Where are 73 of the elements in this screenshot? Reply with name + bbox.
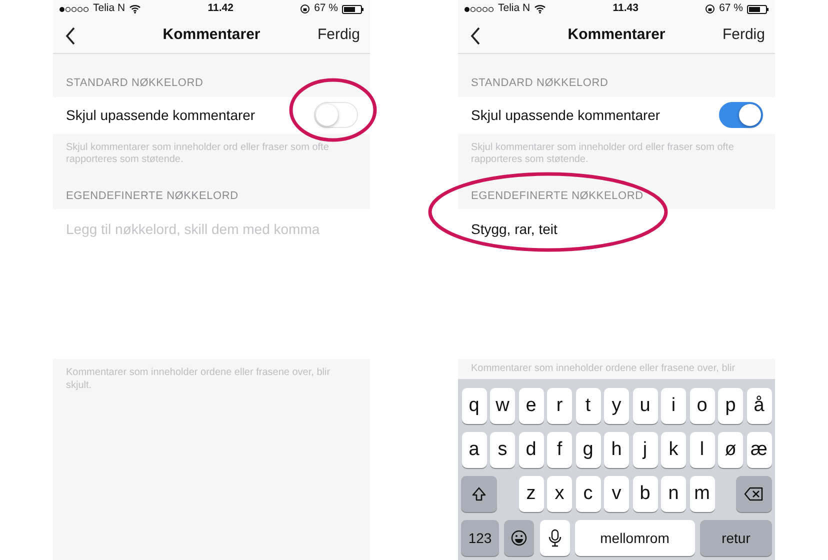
keyboard-key[interactable]: f: [547, 432, 572, 468]
shift-icon: [471, 486, 487, 502]
rotation-lock-icon: [705, 4, 716, 14]
keyboard-key[interactable]: c: [576, 476, 600, 512]
keyboard-key[interactable]: h: [604, 432, 629, 468]
keywords-field[interactable]: Legg til nøkkelord, skill dem med komma: [53, 209, 370, 359]
backspace-key[interactable]: [736, 476, 772, 512]
emoji-icon: [511, 530, 528, 546]
keyboard-key[interactable]: l: [690, 432, 714, 468]
toggle-label: Skjul upassende kommentarer: [471, 106, 660, 125]
battery-icon: [342, 4, 364, 14]
section-header: STANDARD NØKKELORD: [470, 76, 610, 91]
wifi-icon: [534, 4, 546, 14]
keyboard-key[interactable]: o: [690, 388, 714, 424]
microphone-icon: [548, 529, 562, 547]
keyboard-key[interactable]: æ: [746, 432, 772, 468]
wifi-icon: [129, 4, 142, 14]
number-key[interactable]: 123: [461, 520, 499, 556]
battery-icon: [747, 4, 769, 14]
keyboard-key[interactable]: r: [547, 388, 572, 424]
section-header: STANDARD NØKKELORD: [65, 76, 204, 91]
section-header: EGENDEFINERTE NØKKELORD: [65, 188, 240, 204]
back-icon[interactable]: [470, 26, 481, 44]
keyboard-key[interactable]: å: [746, 388, 772, 424]
keyboard-key[interactable]: k: [661, 432, 686, 468]
section-header: EGENDEFINERTE NØKKELORD: [470, 188, 644, 204]
status-time: 11.43: [612, 1, 638, 16]
keyboard-key[interactable]: d: [518, 432, 544, 468]
keyboard-key[interactable]: t: [576, 388, 600, 424]
keywords-field[interactable]: Stygg, rar, teit: [458, 209, 775, 359]
signal-icon: [464, 6, 494, 12]
signal-icon: [59, 6, 89, 12]
keyboard-key[interactable]: n: [661, 476, 686, 512]
keyboard-key[interactable]: z: [518, 476, 544, 512]
keyboard-key[interactable]: j: [632, 432, 658, 468]
carrier-name: Telia N: [498, 1, 530, 16]
dictation-key[interactable]: [540, 520, 570, 556]
keyboard-key[interactable]: i: [661, 388, 686, 424]
keyboard-key[interactable]: s: [490, 432, 515, 468]
toggle-description: Skjul kommentarer som inneholder ord eller fraser som ofte rapporteres som støtende.: [470, 140, 735, 166]
keyboard-key[interactable]: y: [604, 388, 629, 424]
keyboard-key[interactable]: e: [518, 388, 544, 424]
toggle-label: Skjul upassende kommentarer: [66, 106, 256, 125]
keyboard-key[interactable]: b: [632, 476, 658, 512]
toggle-description: Skjul kommentarer som inneholder ord eller fraser som ofte rapporteres som støtende.: [65, 140, 330, 166]
done-button[interactable]: Ferdig: [317, 24, 360, 47]
keyboard-key[interactable]: a: [462, 432, 486, 468]
backspace-icon: [744, 486, 764, 502]
keyboard-key[interactable]: w: [490, 388, 515, 424]
battery-percent: 67 %: [314, 1, 338, 16]
battery-percent: 67 %: [719, 1, 743, 16]
screen-title: Kommentarer: [162, 25, 260, 46]
keyboard-key[interactable]: m: [690, 476, 714, 512]
return-key[interactable]: retur: [700, 520, 772, 556]
keyboard-key[interactable]: ø: [718, 432, 743, 468]
done-button[interactable]: Ferdig: [722, 24, 765, 47]
keyboard-key[interactable]: x: [547, 476, 572, 512]
status-time: 11.42: [208, 1, 234, 16]
carrier-name: Telia N: [93, 1, 126, 16]
toggle-switch[interactable]: [719, 102, 763, 128]
rotation-lock-icon: [300, 4, 310, 14]
keyboard-key[interactable]: u: [632, 388, 658, 424]
keyboard-key[interactable]: g: [576, 432, 600, 468]
keyboard-key[interactable]: q: [462, 388, 486, 424]
shift-key[interactable]: [461, 476, 497, 512]
footer-note: Kommentarer som inneholder ordene eller frasene over, blir skjult.: [65, 366, 332, 392]
keyboard-key[interactable]: v: [604, 476, 629, 512]
back-icon[interactable]: [65, 26, 76, 44]
keyboard-key[interactable]: p: [718, 388, 743, 424]
emoji-key[interactable]: [504, 520, 534, 556]
screen-title: Kommentarer: [568, 25, 666, 46]
footer-note: Kommentarer som inneholder ordene eller frasene over, blir: [470, 362, 736, 376]
space-key[interactable]: mellomrom: [574, 520, 695, 556]
